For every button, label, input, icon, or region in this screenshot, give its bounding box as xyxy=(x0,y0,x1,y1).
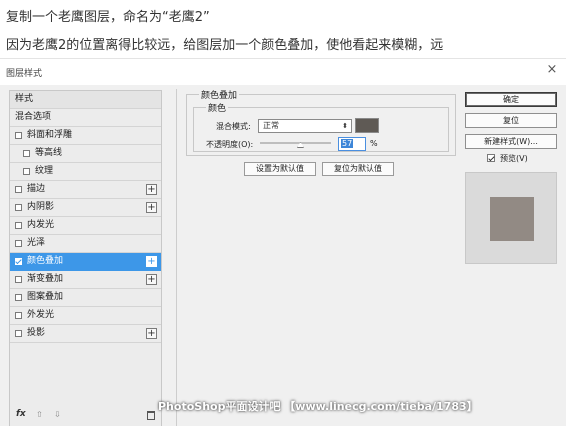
style-item-label: 斜面和浮雕 xyxy=(27,130,73,140)
ok-button[interactable]: 确定 xyxy=(465,92,557,107)
style-item-label: 等高线 xyxy=(35,148,63,158)
style-item-bevel-emboss[interactable]: 斜面和浮雕 xyxy=(10,127,161,145)
watermark: PhotoShop平面设计吧 【www.linecg.com/tieba/178… xyxy=(158,400,478,413)
intro-line-2: 因为老鹰2的位置离得比较远，给图层加一个颜色叠加，使他看起来模糊，远 xyxy=(6,38,444,53)
overlay-color-swatch[interactable] xyxy=(355,118,379,133)
dialog-title: 图层样式 xyxy=(6,69,43,79)
dialog-titlebar: 图层样式 × xyxy=(0,59,566,85)
chevron-updown-icon: ⬍ xyxy=(342,122,348,130)
style-item-label: 描边 xyxy=(27,184,46,194)
close-icon[interactable]: × xyxy=(544,62,560,78)
preview-label: 预览(V) xyxy=(500,154,528,163)
new-style-button[interactable]: 新建样式(W)... xyxy=(465,134,557,149)
style-item-label: 图案叠加 xyxy=(27,292,64,302)
add-effect-plus-icon[interactable]: + xyxy=(146,202,157,213)
style-item-label: 颜色叠加 xyxy=(27,256,64,266)
intro-line-1: 复制一个老鹰图层，命名为“老鹰2” xyxy=(6,10,210,25)
style-checkbox[interactable] xyxy=(15,222,22,229)
add-effect-plus-icon[interactable]: + xyxy=(146,256,157,267)
style-checkbox[interactable] xyxy=(15,276,22,283)
blend-options-label: 混合选项 xyxy=(15,112,52,122)
preview-checkbox[interactable] xyxy=(487,154,495,162)
style-item-contour[interactable]: 等高线 xyxy=(10,145,161,163)
blend-options-item[interactable]: 混合选项 xyxy=(10,109,161,127)
styles-footer: fx ⇧ ⇩ xyxy=(10,407,161,426)
style-checkbox[interactable] xyxy=(15,312,22,319)
style-checkbox-checked[interactable] xyxy=(15,258,22,265)
style-checkbox[interactable] xyxy=(23,168,30,175)
preview-swatch xyxy=(490,197,534,241)
style-item-drop-shadow[interactable]: 投影 + xyxy=(10,325,161,343)
style-checkbox[interactable] xyxy=(15,204,22,211)
style-item-label: 纹理 xyxy=(35,166,54,176)
opacity-value: 57 xyxy=(341,139,354,148)
style-item-label: 光泽 xyxy=(27,238,46,248)
reset-default-button[interactable]: 复位为默认值 xyxy=(322,162,394,176)
styles-header-label: 样式 xyxy=(15,94,34,104)
styles-list-panel: 样式 混合选项 斜面和浮雕 等高线 纹理 描边 + 内阴影 + 内发光 光泽 颜… xyxy=(9,90,162,426)
fx-icon[interactable]: fx xyxy=(16,409,26,419)
style-item-stroke[interactable]: 描边 + xyxy=(10,181,161,199)
style-item-inner-shadow[interactable]: 内阴影 + xyxy=(10,199,161,217)
style-checkbox[interactable] xyxy=(15,186,22,193)
style-item-outer-glow[interactable]: 外发光 xyxy=(10,307,161,325)
style-item-gradient-overlay[interactable]: 渐变叠加 + xyxy=(10,271,161,289)
add-effect-plus-icon[interactable]: + xyxy=(146,274,157,285)
opacity-input[interactable]: 57 xyxy=(338,137,366,151)
style-item-pattern-overlay[interactable]: 图案叠加 xyxy=(10,289,161,307)
color-overlay-group-title: 颜色叠加 xyxy=(199,88,240,101)
opacity-label: 不透明度(O): xyxy=(206,140,254,149)
styles-header[interactable]: 样式 xyxy=(10,91,161,109)
style-item-label: 投影 xyxy=(27,328,46,338)
opacity-slider-track[interactable] xyxy=(260,142,331,144)
move-down-icon[interactable]: ⇩ xyxy=(54,410,61,419)
style-item-label: 渐变叠加 xyxy=(27,274,64,284)
style-checkbox[interactable] xyxy=(15,330,22,337)
blend-mode-label: 混合模式: xyxy=(216,122,251,131)
opacity-unit: % xyxy=(370,139,378,148)
trash-icon[interactable] xyxy=(147,411,155,420)
blend-mode-value: 正常 xyxy=(263,121,279,130)
set-default-button[interactable]: 设置为默认值 xyxy=(244,162,316,176)
style-checkbox[interactable] xyxy=(23,150,30,157)
style-item-label: 内发光 xyxy=(27,220,55,230)
style-checkbox[interactable] xyxy=(15,294,22,301)
move-up-icon[interactable]: ⇧ xyxy=(36,410,43,419)
style-item-color-overlay[interactable]: 颜色叠加 + xyxy=(10,253,161,271)
blend-mode-select[interactable]: 正常 ⬍ xyxy=(258,119,352,133)
color-subgroup-title: 颜色 xyxy=(206,101,229,114)
reset-button[interactable]: 复位 xyxy=(465,113,557,128)
add-effect-plus-icon[interactable]: + xyxy=(146,328,157,339)
preview-box xyxy=(465,172,557,264)
style-item-satin[interactable]: 光泽 xyxy=(10,235,161,253)
style-item-label: 内阴影 xyxy=(27,202,55,212)
add-effect-plus-icon[interactable]: + xyxy=(146,184,157,195)
style-item-inner-glow[interactable]: 内发光 xyxy=(10,217,161,235)
style-item-texture[interactable]: 纹理 xyxy=(10,163,161,181)
style-item-label: 外发光 xyxy=(27,310,55,320)
style-checkbox[interactable] xyxy=(15,240,22,247)
style-checkbox[interactable] xyxy=(15,132,22,139)
